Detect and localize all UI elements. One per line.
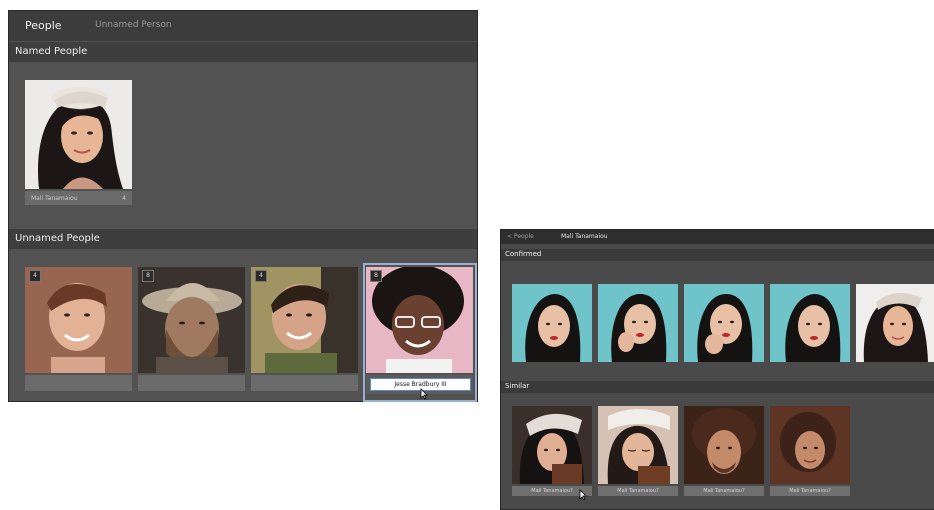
named-people-header: Named People — [9, 42, 477, 62]
confirmed-photo[interactable] — [770, 284, 850, 362]
named-person-caption[interactable]: Mali Tanamaiou 4 — [25, 191, 132, 205]
similar-caption[interactable]: Mali Tanamaiou? — [770, 486, 850, 496]
smiling-man-portrait-icon — [251, 267, 358, 373]
confirmed-photo[interactable] — [598, 284, 678, 362]
named-person-photo[interactable] — [25, 80, 132, 189]
woman-hand-portrait-icon — [598, 284, 678, 362]
woman-beanie-portrait-icon — [598, 406, 678, 484]
similar-caption[interactable]: Mali Tanamaiou? — [598, 486, 678, 496]
similar-title: Similar — [505, 382, 530, 390]
mouse-cursor-icon — [579, 489, 587, 501]
unnamed-person-photo[interactable] — [138, 267, 245, 373]
similar-photo[interactable] — [684, 406, 764, 484]
person-detail-window: < People Mali Tanamaiou Confirmed Simila… — [500, 229, 934, 510]
curly-hair-man-portrait-icon — [684, 406, 764, 484]
unnamed-person-caption[interactable] — [251, 375, 358, 391]
woman-curly-portrait-icon — [770, 406, 850, 484]
confirmed-photo[interactable] — [856, 284, 934, 362]
similar-photo[interactable] — [598, 406, 678, 484]
unnamed-person-caption[interactable] — [138, 375, 245, 391]
unnamed-person-photo[interactable] — [25, 267, 132, 373]
woman-hand-portrait-icon — [684, 284, 764, 362]
confirmed-photo[interactable] — [684, 284, 764, 362]
unnamed-people-header: Unnamed People — [9, 229, 477, 249]
tab-unnamed-person[interactable]: Unnamed Person — [95, 20, 172, 30]
unnamed-person-photo[interactable] — [366, 267, 473, 373]
named-people-title: Named People — [15, 46, 88, 57]
face-count-badge: 4 — [255, 270, 267, 282]
confirmed-title: Confirmed — [505, 250, 542, 258]
woman-portrait-icon — [25, 80, 132, 189]
similar-photo[interactable] — [770, 406, 850, 484]
confirmed-header: Confirmed — [501, 249, 934, 261]
woman-teal-portrait-icon — [770, 284, 850, 362]
face-count-badge: 8 — [370, 270, 382, 282]
mouse-cursor-icon — [420, 388, 428, 400]
man-portrait-icon — [25, 267, 132, 373]
woman-beanie-portrait-icon — [856, 284, 934, 362]
woman-beanie-portrait-icon — [512, 406, 592, 484]
similar-header: Similar — [501, 381, 934, 393]
face-count-badge: 4 — [29, 270, 41, 282]
person-detail-topbar: < People Mali Tanamaiou — [501, 230, 934, 244]
curly-hair-man-portrait-icon — [366, 267, 473, 373]
similar-caption[interactable]: Mali Tanamaiou? — [684, 486, 764, 496]
woman-teal-portrait-icon — [512, 284, 592, 362]
tab-people[interactable]: People — [25, 19, 62, 32]
bearded-man-portrait-icon — [138, 267, 245, 373]
person-name-title: Mali Tanamaiou — [561, 233, 608, 240]
named-person-count: 4 — [122, 195, 126, 202]
unnamed-people-title: Unnamed People — [15, 233, 100, 244]
unnamed-person-caption[interactable] — [25, 375, 132, 391]
similar-photo[interactable] — [512, 406, 592, 484]
unnamed-person-photo[interactable] — [251, 267, 358, 373]
confirmed-photo[interactable] — [512, 284, 592, 362]
people-topbar: People Unnamed Person — [9, 11, 477, 41]
named-person-name: Mali Tanamaiou — [31, 195, 78, 202]
face-count-badge: 8 — [142, 270, 154, 282]
back-to-people-link[interactable]: < People — [507, 233, 534, 240]
people-window: People Unnamed Person Named People Mali … — [8, 10, 478, 402]
